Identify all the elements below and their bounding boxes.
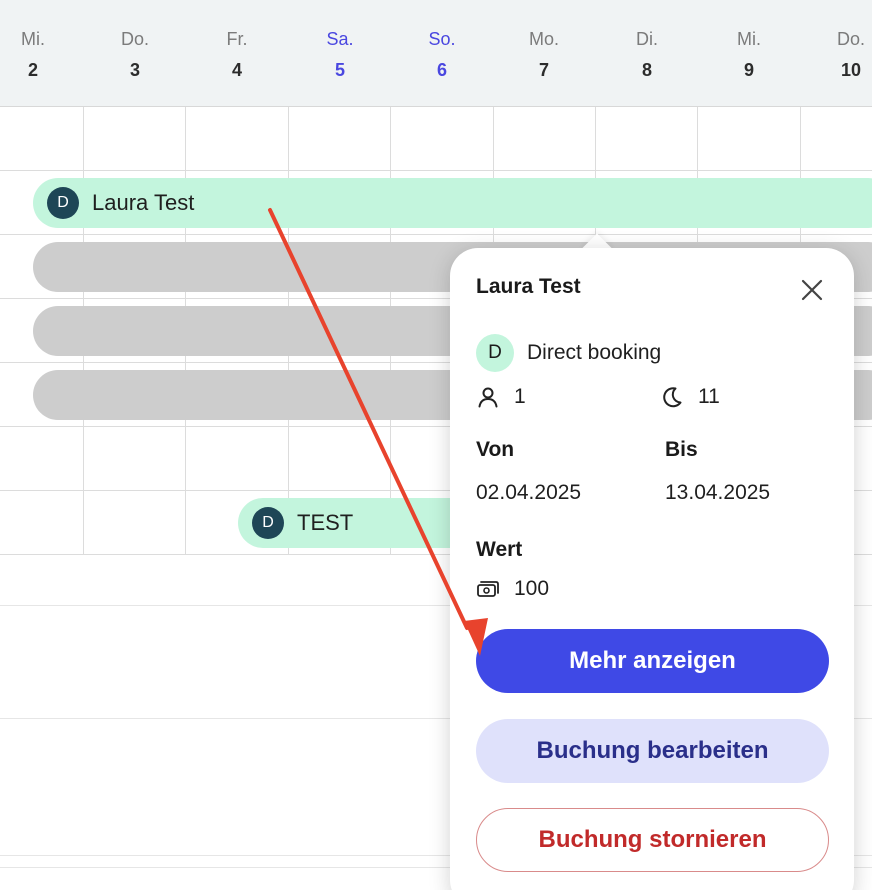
booking-value: 100 <box>476 577 549 601</box>
grid-row-divider <box>0 170 872 171</box>
booking-source-avatar: D <box>252 507 284 539</box>
cancel-booking-button[interactable]: Buchung stornieren <box>476 808 829 872</box>
edit-booking-button[interactable]: Buchung bearbeiten <box>476 719 829 783</box>
day-name: Fr. <box>226 29 248 49</box>
close-icon <box>801 279 823 301</box>
day-column-header: Do. 10 <box>811 26 872 88</box>
day-column-header: Di. 8 <box>607 26 687 88</box>
day-name: So. <box>428 29 456 49</box>
close-button[interactable] <box>796 274 828 306</box>
grid-row-divider <box>0 234 872 235</box>
day-column-header: Mi. 9 <box>709 26 789 88</box>
booking-calendar-screen: Mi. 2 Do. 3 Fr. 4 Sa. 5 So. 6 Mo. 7 Di. … <box>0 0 872 890</box>
day-name: Do. <box>120 29 149 49</box>
booking-details-popover: Laura Test D Direct booking 1 11 Von Bis… <box>450 248 854 890</box>
day-column-header: Mi. 2 <box>0 26 73 88</box>
day-header: Mi. 2 Do. 3 Fr. 4 Sa. 5 So. 6 Mo. 7 Di. … <box>0 0 872 107</box>
day-number: 2 <box>27 60 38 80</box>
day-number: 3 <box>129 60 140 80</box>
person-icon <box>478 387 498 408</box>
booking-bar-test[interactable]: D TEST <box>238 498 478 548</box>
booking-bar-laura-test[interactable]: D Laura Test <box>33 178 872 228</box>
day-name: Mo. <box>528 29 559 49</box>
booking-source-row: D Direct booking <box>476 334 661 372</box>
booking-guest-name: TEST <box>297 510 354 535</box>
day-name: Di. <box>636 29 658 49</box>
day-column-header: Do. 3 <box>95 26 175 88</box>
day-number: 6 <box>436 60 447 80</box>
show-more-button[interactable]: Mehr anzeigen <box>476 629 829 693</box>
money-icon <box>477 581 499 597</box>
day-number: 7 <box>538 60 549 80</box>
guest-count-value: 1 <box>514 385 526 408</box>
moon-icon <box>663 387 682 408</box>
booking-source-avatar: D <box>47 187 79 219</box>
day-number: 4 <box>231 60 242 80</box>
to-label: Bis <box>665 438 698 461</box>
day-name: Mi. <box>737 29 761 49</box>
value-label: Wert <box>476 538 523 561</box>
day-column-header: Fr. 4 <box>197 26 277 88</box>
booking-value-amount: 100 <box>514 577 550 600</box>
day-column-header-weekend: So. 6 <box>402 26 482 88</box>
night-count-value: 11 <box>698 385 720 408</box>
day-number: 10 <box>840 60 862 80</box>
guest-count: 1 <box>476 385 526 409</box>
day-name: Sa. <box>326 29 354 49</box>
from-date: 02.04.2025 <box>476 481 582 504</box>
night-count: 11 <box>660 385 720 409</box>
day-number: 9 <box>743 60 754 80</box>
booking-source-label: Direct booking <box>527 341 662 364</box>
day-name: Do. <box>836 29 865 49</box>
popover-title: Laura Test <box>476 275 581 298</box>
day-column-header: Mo. 7 <box>504 26 584 88</box>
day-column-header-weekend: Sa. 5 <box>300 26 380 88</box>
day-number: 5 <box>334 60 345 80</box>
booking-source-avatar: D <box>476 334 514 372</box>
from-label: Von <box>476 438 515 461</box>
day-name: Mi. <box>21 29 45 49</box>
day-number: 8 <box>641 60 652 80</box>
booking-guest-name: Laura Test <box>92 190 195 215</box>
to-date: 13.04.2025 <box>665 481 771 504</box>
